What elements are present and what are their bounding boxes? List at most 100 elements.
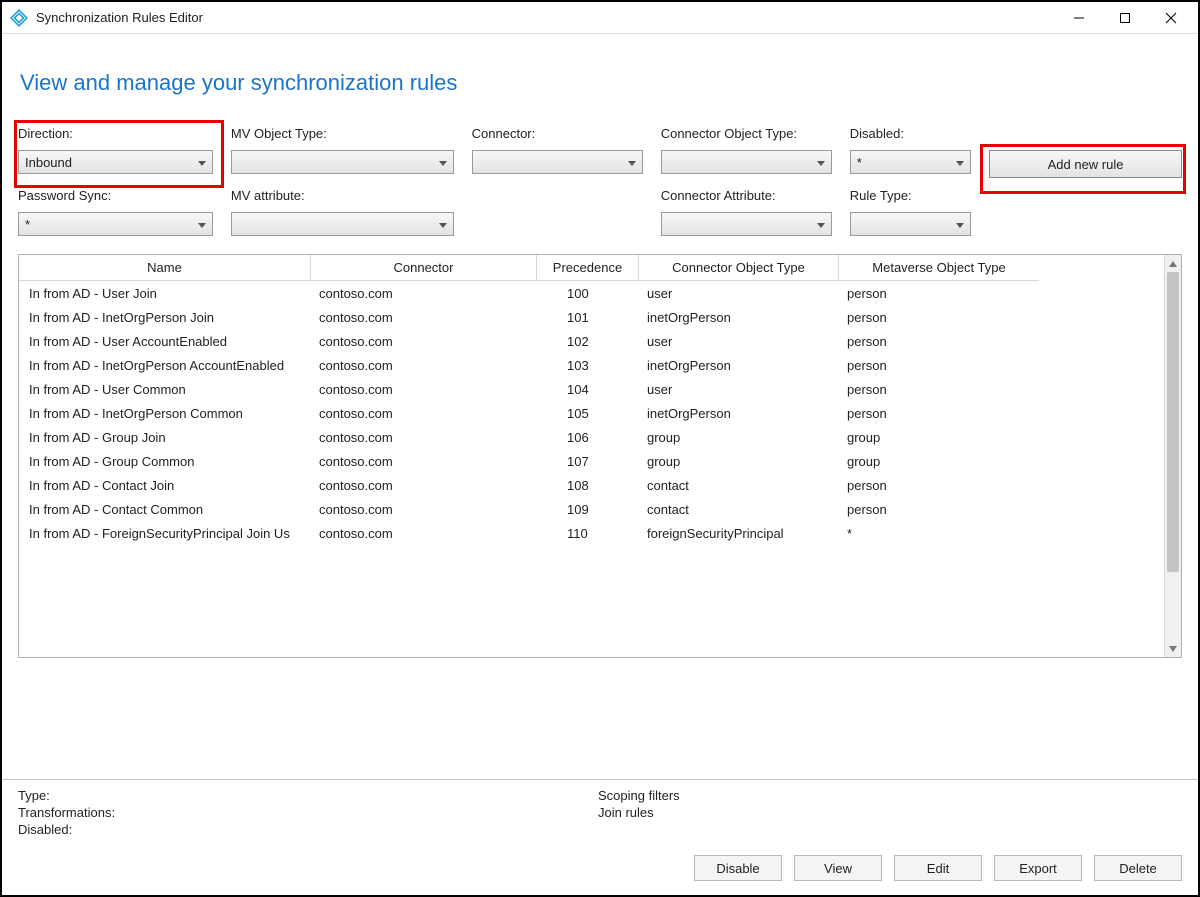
cell-connector: contoso.com — [311, 526, 537, 541]
table-row[interactable]: In from AD - ForeignSecurityPrincipal Jo… — [19, 521, 1164, 545]
app-window: Synchronization Rules Editor View and ma… — [0, 0, 1200, 897]
close-button[interactable] — [1148, 2, 1194, 34]
scroll-down-icon[interactable] — [1165, 640, 1181, 657]
cell-precedence: 110 — [537, 526, 639, 541]
mv-attribute-dropdown[interactable] — [231, 212, 454, 236]
disabled-value: * — [857, 155, 862, 170]
table-row[interactable]: In from AD - Contact Joincontoso.com108c… — [19, 473, 1164, 497]
cell-cot: inetOrgPerson — [639, 406, 839, 421]
rule-type-label: Rule Type: — [850, 188, 971, 206]
direction-label: Direction: — [18, 126, 213, 144]
rules-grid: Name Connector Precedence Connector Obje… — [18, 254, 1182, 658]
column-header-name[interactable]: Name — [19, 255, 311, 281]
chevron-down-icon — [817, 217, 825, 232]
chevron-down-icon — [439, 217, 447, 232]
table-row[interactable]: In from AD - InetOrgPerson Commoncontoso… — [19, 401, 1164, 425]
table-row[interactable]: In from AD - User Commoncontoso.com104us… — [19, 377, 1164, 401]
cell-cot: inetOrgPerson — [639, 358, 839, 373]
connector-object-type-label: Connector Object Type: — [661, 126, 832, 144]
footer: Type: Scoping filters Transformations: J… — [2, 780, 1198, 895]
direction-value: Inbound — [25, 155, 72, 170]
chevron-down-icon — [198, 155, 206, 170]
cell-name: In from AD - User Common — [19, 382, 311, 397]
direction-dropdown[interactable]: Inbound — [18, 150, 213, 174]
cell-connector: contoso.com — [311, 310, 537, 325]
cell-connector: contoso.com — [311, 286, 537, 301]
cell-precedence: 103 — [537, 358, 639, 373]
table-row[interactable]: In from AD - Group Commoncontoso.com107g… — [19, 449, 1164, 473]
table-row[interactable]: In from AD - InetOrgPerson Joincontoso.c… — [19, 305, 1164, 329]
column-header-connector[interactable]: Connector — [311, 255, 537, 281]
cell-cot: contact — [639, 502, 839, 517]
cell-mot: person — [839, 502, 1039, 517]
column-header-connector-object-type[interactable]: Connector Object Type — [639, 255, 839, 281]
column-header-precedence[interactable]: Precedence — [537, 255, 639, 281]
mv-object-type-label: MV Object Type: — [231, 126, 454, 144]
vertical-scrollbar[interactable] — [1164, 255, 1181, 657]
table-row[interactable]: In from AD - Contact Commoncontoso.com10… — [19, 497, 1164, 521]
connector-object-type-dropdown[interactable] — [661, 150, 832, 174]
cell-connector: contoso.com — [311, 430, 537, 445]
disable-button[interactable]: Disable — [694, 855, 782, 881]
detail-disabled-label: Disabled: — [18, 822, 598, 837]
table-row[interactable]: In from AD - User Joincontoso.com100user… — [19, 281, 1164, 305]
cell-cot: inetOrgPerson — [639, 310, 839, 325]
page-title: View and manage your synchronization rul… — [20, 70, 1182, 96]
cell-name: In from AD - ForeignSecurityPrincipal Jo… — [19, 526, 311, 541]
rule-type-dropdown[interactable] — [850, 212, 971, 236]
connector-attribute-dropdown[interactable] — [661, 212, 832, 236]
chevron-down-icon — [956, 217, 964, 232]
cell-mot: person — [839, 406, 1039, 421]
grid-body: In from AD - User Joincontoso.com100user… — [19, 281, 1164, 545]
cell-name: In from AD - User Join — [19, 286, 311, 301]
cell-precedence: 105 — [537, 406, 639, 421]
connector-dropdown[interactable] — [472, 150, 643, 174]
maximize-button[interactable] — [1102, 2, 1148, 34]
column-header-metaverse-object-type[interactable]: Metaverse Object Type — [839, 255, 1039, 281]
connector-attribute-label: Connector Attribute: — [661, 188, 832, 206]
cell-precedence: 101 — [537, 310, 639, 325]
cell-cot: contact — [639, 478, 839, 493]
disabled-dropdown[interactable]: * — [850, 150, 971, 174]
grid-header: Name Connector Precedence Connector Obje… — [19, 255, 1164, 281]
cell-mot: group — [839, 454, 1039, 469]
cell-cot: user — [639, 382, 839, 397]
table-row[interactable]: In from AD - InetOrgPerson AccountEnable… — [19, 353, 1164, 377]
edit-button[interactable]: Edit — [894, 855, 982, 881]
export-button[interactable]: Export — [994, 855, 1082, 881]
cell-cot: user — [639, 286, 839, 301]
table-row[interactable]: In from AD - Group Joincontoso.com106gro… — [19, 425, 1164, 449]
minimize-button[interactable] — [1056, 2, 1102, 34]
scroll-up-icon[interactable] — [1165, 255, 1181, 272]
add-new-rule-label: Add new rule — [1048, 157, 1124, 172]
cell-name: In from AD - Group Common — [19, 454, 311, 469]
cell-name: In from AD - User AccountEnabled — [19, 334, 311, 349]
cell-cot: user — [639, 334, 839, 349]
cell-precedence: 100 — [537, 286, 639, 301]
chevron-down-icon — [628, 155, 636, 170]
password-sync-value: * — [25, 217, 30, 232]
cell-connector: contoso.com — [311, 358, 537, 373]
cell-cot: group — [639, 454, 839, 469]
cell-mot: person — [839, 358, 1039, 373]
table-row[interactable]: In from AD - User AccountEnabledcontoso.… — [19, 329, 1164, 353]
chevron-down-icon — [956, 155, 964, 170]
filters-panel: Direction: Inbound MV Object Type: Conne… — [18, 126, 1182, 246]
password-sync-dropdown[interactable]: * — [18, 212, 213, 236]
cell-name: In from AD - Contact Common — [19, 502, 311, 517]
cell-precedence: 108 — [537, 478, 639, 493]
cell-name: In from AD - InetOrgPerson Join — [19, 310, 311, 325]
cell-cot: group — [639, 430, 839, 445]
add-new-rule-button[interactable]: Add new rule — [989, 150, 1182, 178]
cell-cot: foreignSecurityPrincipal — [639, 526, 839, 541]
chevron-down-icon — [817, 155, 825, 170]
scrollbar-thumb[interactable] — [1167, 272, 1179, 572]
connector-label: Connector: — [472, 126, 643, 144]
cell-mot: person — [839, 478, 1039, 493]
mv-object-type-dropdown[interactable] — [231, 150, 454, 174]
view-button[interactable]: View — [794, 855, 882, 881]
cell-name: In from AD - Contact Join — [19, 478, 311, 493]
cell-connector: contoso.com — [311, 478, 537, 493]
delete-button[interactable]: Delete — [1094, 855, 1182, 881]
cell-name: In from AD - InetOrgPerson AccountEnable… — [19, 358, 311, 373]
